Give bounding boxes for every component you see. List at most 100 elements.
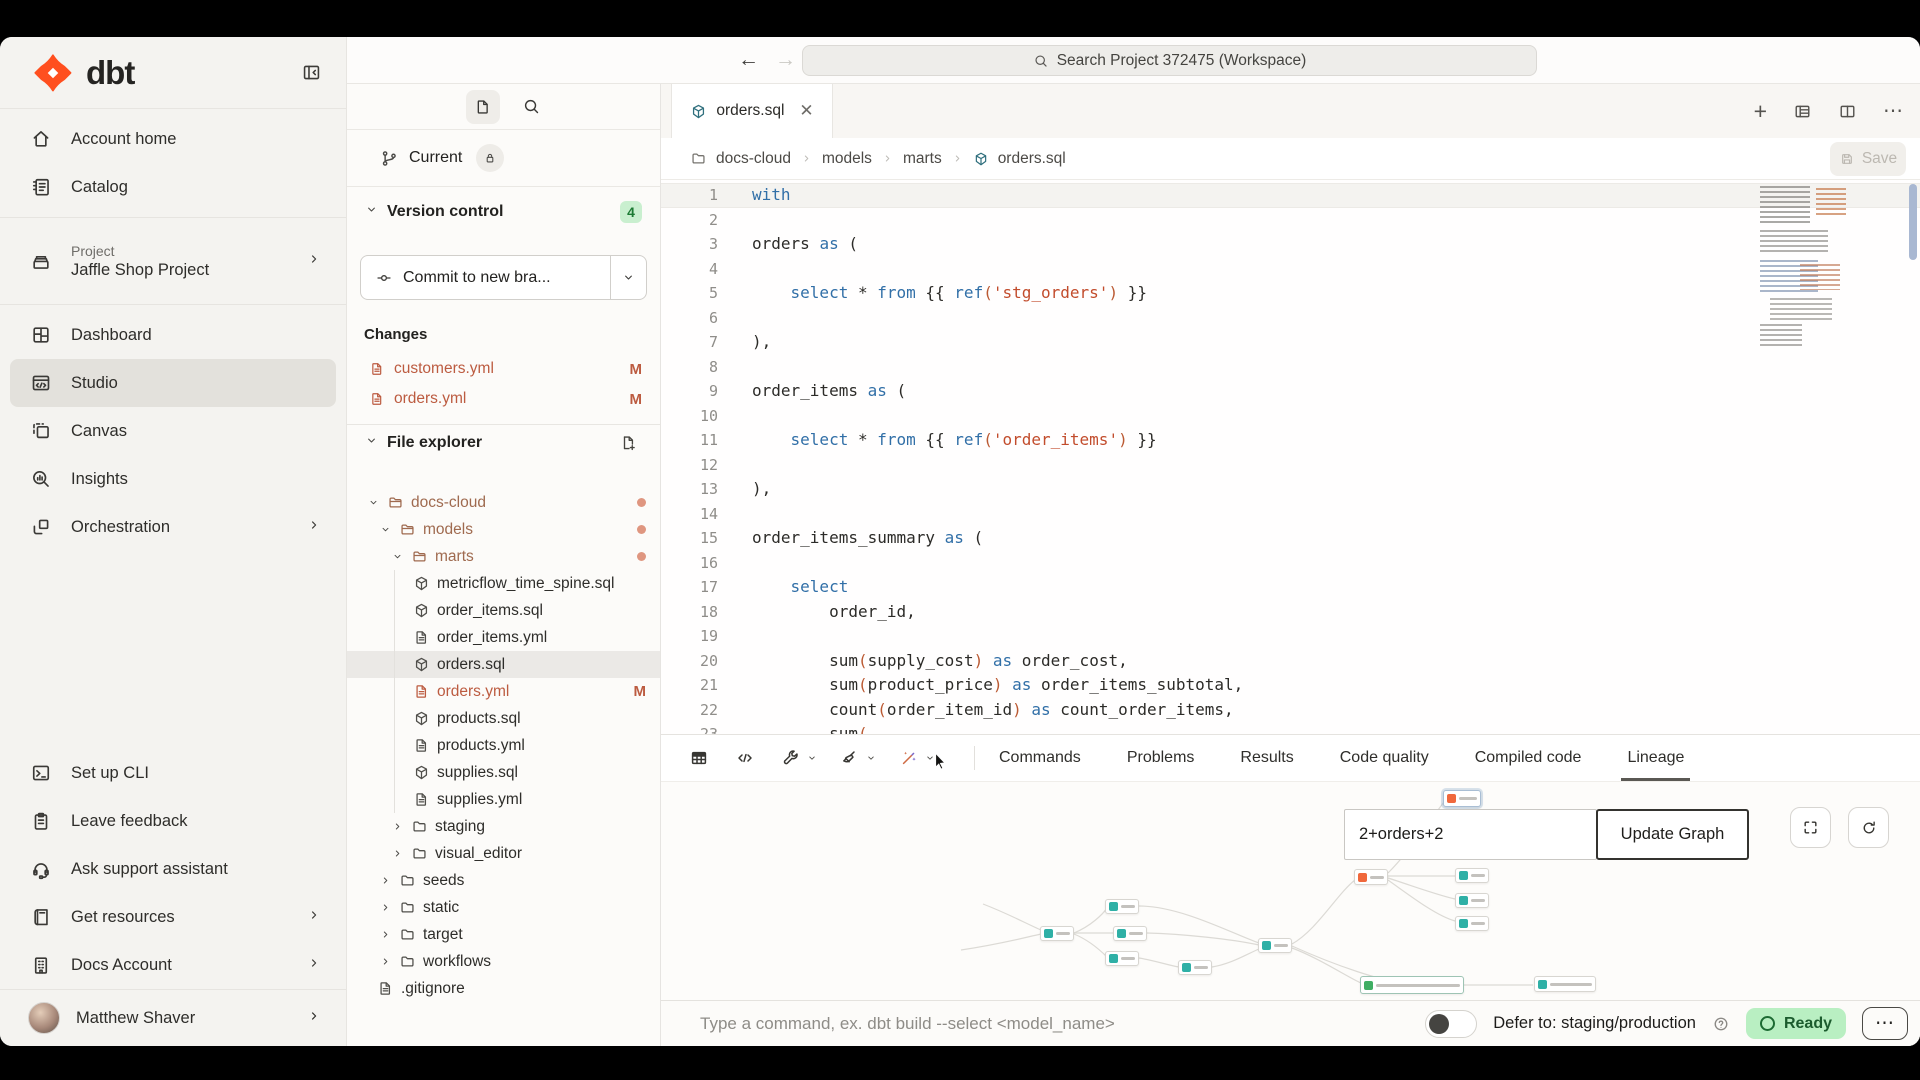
chevdown-icon bbox=[367, 496, 380, 509]
collapse-icon bbox=[301, 62, 322, 83]
command-input[interactable] bbox=[698, 1013, 1398, 1035]
panel-tab-results[interactable]: Results bbox=[1240, 735, 1293, 781]
tree-item--gitignore[interactable]: .gitignore bbox=[347, 975, 660, 1002]
folderopen-icon bbox=[399, 521, 416, 538]
lineage-selector-input[interactable] bbox=[1344, 809, 1597, 860]
breadcrumb-item[interactable]: models bbox=[822, 150, 872, 168]
forward-button[interactable]: → bbox=[775, 46, 796, 74]
save-button[interactable]: Save bbox=[1830, 142, 1906, 176]
update-graph-button[interactable]: Update Graph bbox=[1596, 809, 1749, 860]
panel-tab-code-quality[interactable]: Code quality bbox=[1340, 735, 1429, 781]
codetag-tool-button[interactable] bbox=[735, 748, 755, 768]
lineage-node[interactable] bbox=[1534, 976, 1596, 992]
split-view-button[interactable] bbox=[1838, 102, 1857, 121]
lineage-node[interactable] bbox=[1105, 899, 1139, 914]
branch-row[interactable]: Current bbox=[347, 130, 660, 187]
lineage-node[interactable] bbox=[1258, 938, 1292, 953]
sidebar-item-dashboard[interactable]: Dashboard bbox=[0, 311, 346, 359]
refresh-graph-button[interactable] bbox=[1848, 807, 1889, 848]
sidebar-item-jaffle-shop-project[interactable]: ProjectJaffle Shop Project bbox=[0, 224, 346, 298]
more-actions-button[interactable]: ⋯ bbox=[1862, 1007, 1908, 1040]
sidebar-item-set-up-cli[interactable]: Set up CLI bbox=[0, 749, 346, 797]
commit-options-dropdown[interactable] bbox=[610, 256, 646, 299]
chevright-icon bbox=[379, 955, 392, 968]
lineage-node[interactable] bbox=[1105, 951, 1139, 966]
panel-tab-compiled-code[interactable]: Compiled code bbox=[1475, 735, 1582, 781]
chevron-down-icon bbox=[865, 752, 877, 764]
project-icon bbox=[30, 250, 52, 272]
panel-tab-lineage[interactable]: Lineage bbox=[1627, 735, 1684, 781]
tree-item-visual-editor[interactable]: visual_editor bbox=[347, 840, 660, 867]
panel-tab-commands[interactable]: Commands bbox=[999, 735, 1081, 781]
lineage-canvas[interactable]: Update Graph bbox=[661, 781, 1920, 1000]
filetext-icon bbox=[413, 737, 430, 754]
code-editor[interactable]: 1234567891011121314151617181920212223 wi… bbox=[661, 180, 1920, 734]
new-file-button[interactable] bbox=[620, 434, 638, 452]
tab-orders-sql[interactable]: orders.sql ✕ bbox=[671, 84, 833, 138]
tree-item-name: models bbox=[423, 521, 630, 539]
lineage-node[interactable] bbox=[1354, 869, 1388, 885]
broom-tool-button[interactable] bbox=[840, 748, 877, 768]
user-menu[interactable]: Matthew Shaver bbox=[0, 990, 346, 1046]
mouse-cursor bbox=[934, 752, 951, 777]
tree-item-target[interactable]: target bbox=[347, 921, 660, 948]
file-view-button[interactable] bbox=[466, 90, 500, 124]
lineage-node[interactable] bbox=[1455, 868, 1489, 883]
wrench-tool-button[interactable] bbox=[781, 748, 818, 768]
tree-item-static[interactable]: static bbox=[347, 894, 660, 921]
lineage-node[interactable] bbox=[1360, 976, 1464, 994]
tree-item-docs-cloud[interactable]: docs-cloud bbox=[347, 489, 660, 516]
table-tool-button[interactable] bbox=[689, 748, 709, 768]
sidebar-item-canvas[interactable]: Canvas bbox=[0, 407, 346, 455]
sidebar-item-ask-support-assistant[interactable]: Ask support assistant bbox=[0, 845, 346, 893]
lineage-node[interactable] bbox=[1443, 790, 1481, 807]
changed-file-customers-yml[interactable]: customers.ymlM bbox=[347, 354, 660, 384]
lineage-node[interactable] bbox=[1455, 893, 1489, 908]
workspace-search-input[interactable]: Search Project 372475 (Workspace) bbox=[802, 45, 1537, 76]
tree-item-staging[interactable]: staging bbox=[347, 813, 660, 840]
help-icon[interactable] bbox=[1712, 1015, 1730, 1033]
wand-tool-button[interactable] bbox=[899, 748, 936, 768]
close-tab-icon[interactable]: ✕ bbox=[799, 101, 813, 121]
tree-item-workflows[interactable]: workflows bbox=[347, 948, 660, 975]
tree-item-seeds[interactable]: seeds bbox=[347, 867, 660, 894]
fullscreen-button[interactable] bbox=[1790, 807, 1831, 848]
sidebar-item-label: Studio bbox=[71, 374, 322, 393]
tree-item-name: supplies.sql bbox=[437, 764, 646, 782]
chevron-right-icon bbox=[881, 152, 894, 165]
sidebar-item-account-home[interactable]: Account home bbox=[0, 115, 346, 163]
tree-item-marts[interactable]: marts bbox=[347, 543, 660, 570]
editor-scrollbar[interactable] bbox=[1909, 184, 1917, 260]
lineage-node[interactable] bbox=[1040, 926, 1074, 941]
changed-file-orders-yml[interactable]: orders.ymlM bbox=[347, 384, 660, 414]
more-options-button[interactable]: ⋯ bbox=[1883, 101, 1904, 121]
commit-button[interactable]: Commit to new bra... bbox=[360, 255, 647, 300]
code-line bbox=[752, 355, 1243, 380]
status-badge[interactable]: Ready bbox=[1746, 1008, 1846, 1039]
defer-toggle[interactable] bbox=[1425, 1010, 1477, 1038]
file-explorer-header[interactable]: File explorer bbox=[347, 425, 660, 461]
sidebar-item-docs-account[interactable]: Docs Account bbox=[0, 941, 346, 989]
sidebar-item-catalog[interactable]: Catalog bbox=[0, 163, 346, 211]
modified-badge: M bbox=[630, 361, 643, 378]
tree-item-models[interactable]: models bbox=[347, 516, 660, 543]
lineage-node[interactable] bbox=[1455, 916, 1489, 931]
lineage-node[interactable] bbox=[1113, 926, 1147, 941]
sidebar-item-insights[interactable]: Insights bbox=[0, 455, 346, 503]
collapse-sidebar-button[interactable] bbox=[301, 62, 322, 83]
sidebar-item-leave-feedback[interactable]: Leave feedback bbox=[0, 797, 346, 845]
lineage-node[interactable] bbox=[1178, 960, 1212, 975]
minimap[interactable] bbox=[1758, 186, 1852, 358]
file-search-button[interactable] bbox=[522, 97, 541, 116]
breadcrumb-item[interactable]: marts bbox=[903, 150, 942, 168]
back-button[interactable]: ← bbox=[738, 46, 759, 74]
panel-tab-problems[interactable]: Problems bbox=[1127, 735, 1195, 781]
new-tab-button[interactable]: + bbox=[1754, 100, 1767, 123]
sidebar-item-orchestration[interactable]: Orchestration bbox=[0, 503, 346, 551]
sidebar-item-get-resources[interactable]: Get resources bbox=[0, 893, 346, 941]
folder-icon bbox=[399, 872, 416, 889]
editor-list-button[interactable] bbox=[1793, 102, 1812, 121]
sidebar-item-studio[interactable]: Studio bbox=[10, 359, 336, 407]
breadcrumb-item[interactable]: docs-cloud bbox=[716, 150, 791, 168]
version-control-header[interactable]: Version control 4 bbox=[347, 187, 660, 237]
